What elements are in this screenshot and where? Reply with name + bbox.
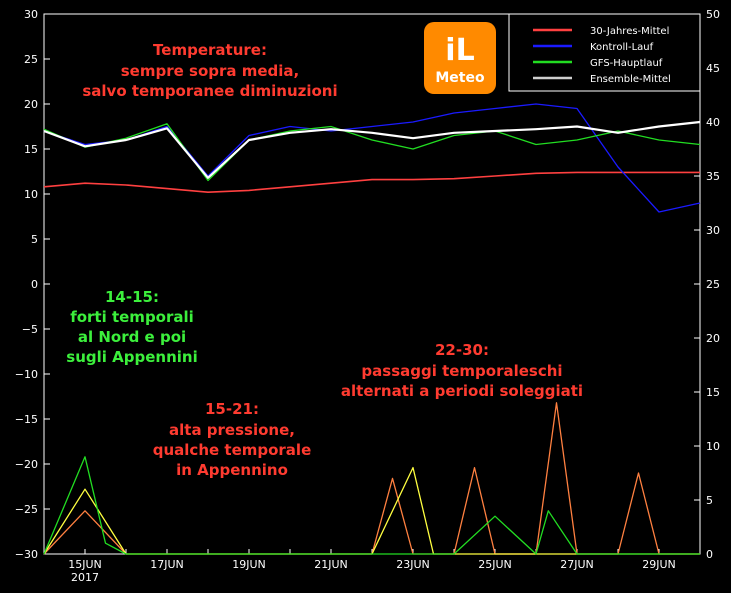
y-left-tick-label: 30 [24, 8, 38, 21]
annotation-high-line4: in Appennino [176, 461, 288, 479]
annotation-high-line1: 15-21: [205, 400, 259, 418]
annotation-late-line1: 22-30: [435, 341, 489, 359]
annotation-late-line2: passaggi temporaleschi [361, 362, 562, 380]
y-right-tick-label: 40 [706, 116, 720, 129]
y-left-tick-label: 15 [24, 143, 38, 156]
legend-label: Ensemble-Mittel [590, 74, 671, 85]
legend-label: Kontroll-Lauf [590, 42, 654, 53]
y-left-tick-label: −10 [15, 368, 38, 381]
y-right-tick-label: 10 [706, 440, 720, 453]
legend-label: GFS-Hauptlauf [590, 58, 663, 69]
x-tick-label: 17JUN [150, 558, 184, 571]
x-tick-label: 29JUN [642, 558, 676, 571]
logo: iL Meteo [424, 22, 496, 94]
y-left-tick-label: 25 [24, 53, 38, 66]
annotation-temp-title: Temperature: [153, 41, 267, 59]
annotation-high-line3: qualche temporale [153, 441, 312, 459]
y-left-tick-label: 20 [24, 98, 38, 111]
y-left-tick-label: −5 [22, 323, 38, 336]
annotation-storm-line4: sugli Appennini [66, 348, 197, 366]
y-left-tick-label: 0 [31, 278, 38, 291]
annotation-storm-line2: forti temporali [70, 308, 194, 326]
y-left-tick-label: −20 [15, 458, 38, 471]
logo-brand: iL [445, 33, 474, 68]
x-tick-label: 27JUN [560, 558, 594, 571]
annotation-storm-line3: al Nord e poi [78, 328, 186, 346]
ensemble-forecast-chart: −30 −25 −20 −15 −10 −5 0 5 10 15 20 25 30 0 5 10 15 20 25… [0, 0, 731, 593]
x-tick-label: 21JUN [314, 558, 348, 571]
y-right-tick-label: 20 [706, 332, 720, 345]
y-right-tick-label: 35 [706, 170, 720, 183]
legend-label: 30-Jahres-Mittel [590, 26, 669, 37]
annotation-temp-line1: sempre sopra media, [121, 62, 299, 80]
y-left-tick-label: −15 [15, 413, 38, 426]
y-right-tick-label: 25 [706, 278, 720, 291]
y-right-tick-label: 50 [706, 8, 720, 21]
annotation-late-line3: alternati a periodi soleggiati [341, 382, 583, 400]
y-right-tick-label: 30 [706, 224, 720, 237]
annotation-storm-line1: 14-15: [105, 288, 159, 306]
y-left-tick-label: −25 [15, 503, 38, 516]
annotation-high-line2: alta pressione, [169, 421, 295, 439]
logo-name: Meteo [435, 70, 485, 86]
legend: 30-Jahres-Mittel Kontroll-Lauf GFS-Hauptla… [508, 13, 701, 92]
y-right-tick-label: 5 [706, 494, 713, 507]
annotation-temp-line2: salvo temporanee diminuzioni [82, 82, 337, 100]
x-tick-label: 15JUN [68, 558, 102, 571]
x-year-label: 2017 [71, 571, 99, 584]
y-left-tick-label: 10 [24, 188, 38, 201]
x-tick-label: 23JUN [396, 558, 430, 571]
y-left-tick-label: 5 [31, 233, 38, 246]
y-right-tick-label: 15 [706, 386, 720, 399]
y-left-tick-label: −30 [15, 548, 38, 561]
x-tick-label: 25JUN [478, 558, 512, 571]
y-right-tick-label: 45 [706, 62, 720, 75]
y-right-tick-label: 0 [706, 548, 713, 561]
x-tick-label: 19JUN [232, 558, 266, 571]
